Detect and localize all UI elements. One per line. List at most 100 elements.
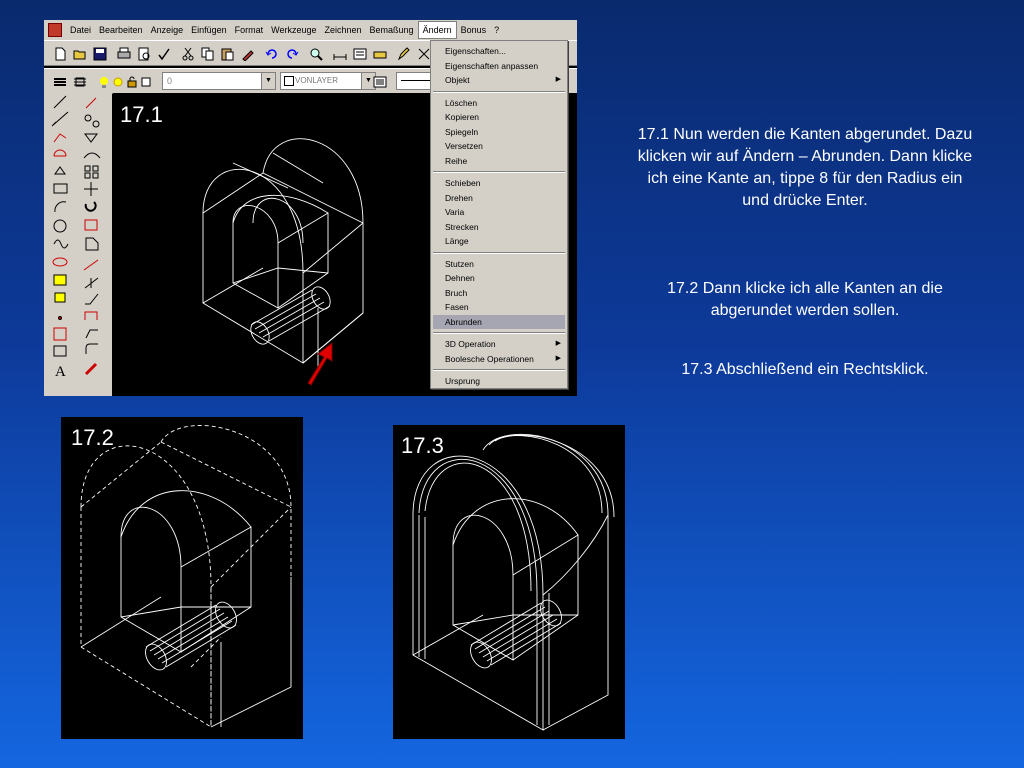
layer-dropdown[interactable]: 0 ▼	[162, 72, 276, 90]
paste-icon[interactable]	[218, 44, 238, 64]
layer-manager-icon[interactable]	[50, 72, 70, 92]
menu-item-dehnen[interactable]: Dehnen	[433, 271, 565, 285]
layer-color-icon[interactable]	[136, 72, 156, 92]
cad-screenshot-step3: 17.3	[393, 425, 625, 739]
layer-current-icon[interactable]	[70, 72, 90, 92]
menu-item-label: Drehen	[445, 192, 473, 203]
menu-item-3d-operation[interactable]: 3D Operation ▶	[433, 337, 565, 351]
app-icon[interactable]	[48, 23, 62, 37]
new-icon[interactable]	[50, 44, 70, 64]
cut-icon[interactable]	[178, 44, 198, 64]
aendern-dropdown-menu: Eigenschaften... Eigenschaften anpassen Ob…	[430, 40, 568, 389]
redo-icon[interactable]	[282, 44, 302, 64]
pointer-arrow-icon	[307, 341, 333, 386]
instruction-step-2: 17.2 Dann klicke ich alle Kanten an die …	[667, 280, 943, 319]
menu-item-label: Versetzen	[445, 141, 483, 151]
color-swatch	[284, 76, 294, 86]
menu-bearbeiten[interactable]: Bearbeiten	[95, 20, 147, 40]
color-dropdown[interactable]: VONLAYER ▼	[280, 72, 376, 90]
side-toolbar-icons: A	[51, 95, 101, 380]
layer-value: 0	[167, 76, 173, 86]
menu-item-boolesche-operationen[interactable]: Boolesche Operationen ▶	[433, 352, 565, 366]
menu-werkzeuge[interactable]: Werkzeuge	[267, 20, 320, 40]
menu-item-eigenschaften-anpassen[interactable]: Eigenschaften anpassen	[433, 59, 565, 73]
menu-datei[interactable]: Datei	[66, 20, 95, 40]
wireframe-model-filleted	[412, 433, 615, 731]
menu-bonus[interactable]: Bonus	[457, 20, 491, 40]
menu-separator	[433, 369, 565, 371]
menu-item-label: Schieben	[445, 178, 481, 188]
undo-icon[interactable]	[262, 44, 282, 64]
menu-anzeige[interactable]: Anzeige	[147, 20, 188, 40]
menu-separator	[433, 171, 565, 173]
submenu-arrow-icon: ▶	[555, 340, 561, 347]
menu-item-label: 3D Operation	[445, 339, 496, 349]
save-icon[interactable]	[90, 44, 110, 64]
menu-item-label: Reihe	[445, 155, 468, 166]
svg-text:A: A	[55, 364, 66, 380]
color-value: VONLAYER	[295, 76, 338, 85]
menu-item-löschen[interactable]: Löschen	[433, 96, 565, 110]
menu-item-varia[interactable]: Varia	[433, 205, 565, 219]
menu-item-stutzen[interactable]: Stutzen	[433, 257, 565, 271]
copy-icon[interactable]	[198, 44, 218, 64]
menu-einfuegen[interactable]: Einfügen	[187, 20, 231, 40]
designcenter-icon[interactable]	[370, 44, 390, 64]
menu-item-eigenschaften[interactable]: Eigenschaften...	[433, 44, 565, 58]
menu-item-label: Bruch	[445, 287, 468, 298]
menu-separator	[433, 251, 565, 254]
properties-icon[interactable]	[350, 44, 370, 64]
submenu-arrow-icon: ▶	[555, 354, 561, 362]
linetype-icon[interactable]	[370, 72, 390, 92]
menu-item-ursprung[interactable]: Ursprung	[433, 374, 565, 388]
menu-item-fasen[interactable]: Fasen	[433, 300, 565, 314]
cad-screenshot-step2: 17.2	[61, 417, 303, 739]
menu-item-label: Objekt	[445, 75, 470, 85]
spellcheck-icon[interactable]	[154, 44, 174, 64]
menu-help[interactable]: ?	[490, 20, 503, 40]
step-label-17-3: 17.3	[401, 433, 444, 458]
menu-aendern[interactable]: Ändern	[417, 21, 457, 39]
menu-item-strecken[interactable]: Strecken	[433, 220, 565, 234]
side-toolbars: A	[44, 92, 112, 396]
menu-item-label: Kopieren	[445, 112, 480, 122]
menu-item-label: Abrunden	[445, 316, 482, 327]
menu-item-spiegeln[interactable]: Spiegeln	[433, 125, 565, 139]
preview-icon[interactable]	[134, 44, 154, 64]
menu-item-objekt[interactable]: Objekt ▶	[433, 73, 565, 87]
open-icon[interactable]	[70, 44, 90, 64]
menu-item-label: Fasen	[445, 302, 469, 312]
menu-item-label: Ursprung	[445, 376, 480, 386]
menu-separator	[433, 90, 565, 93]
instruction-step-1: 17.1 Nun werden die Kanten abgerundet. D…	[637, 126, 973, 209]
menu-zeichnen[interactable]: Zeichnen	[321, 20, 366, 40]
menu-bemassung[interactable]: Bemaßung	[366, 20, 418, 40]
menu-bar: Datei Bearbeiten Anzeige Einfügen Format…	[44, 20, 577, 40]
menu-item-label: Varia	[445, 207, 465, 217]
menu-item-reihe[interactable]: Reihe	[433, 154, 565, 168]
step-label-17-2: 17.2	[71, 425, 114, 450]
menu-separator	[433, 332, 565, 334]
menu-item-drehen[interactable]: Drehen	[433, 191, 565, 205]
wireframe-model-dashed	[80, 425, 292, 728]
pencil-icon[interactable]	[394, 44, 414, 64]
menu-item-schieben[interactable]: Schieben	[433, 176, 565, 190]
print-icon[interactable]	[114, 44, 134, 64]
menu-item-label: Eigenschaften...	[445, 46, 506, 56]
menu-item-bruch[interactable]: Bruch	[433, 286, 565, 300]
zoom-icon[interactable]	[306, 44, 326, 64]
menu-item-versetzen[interactable]: Versetzen	[433, 139, 565, 153]
menu-item-abrunden[interactable]: Abrunden	[433, 314, 565, 329]
matchprop-icon[interactable]	[238, 44, 258, 64]
menu-item-label: Spiegeln	[445, 126, 479, 137]
submenu-arrow-icon: ▶	[555, 76, 561, 83]
menu-item-label: Löschen	[445, 97, 478, 108]
menu-item-länge[interactable]: Länge	[433, 234, 565, 248]
menu-item-kopieren[interactable]: Kopieren	[433, 110, 565, 124]
menu-format[interactable]: Format	[231, 20, 268, 40]
chevron-down-icon[interactable]: ▼	[261, 73, 275, 89]
menu-item-label: Boolesche Operationen	[445, 353, 534, 364]
distance-icon[interactable]	[330, 44, 350, 64]
menu-item-label: Eigenschaften anpassen	[445, 60, 539, 71]
step-label-17-1: 17.1	[120, 102, 163, 127]
